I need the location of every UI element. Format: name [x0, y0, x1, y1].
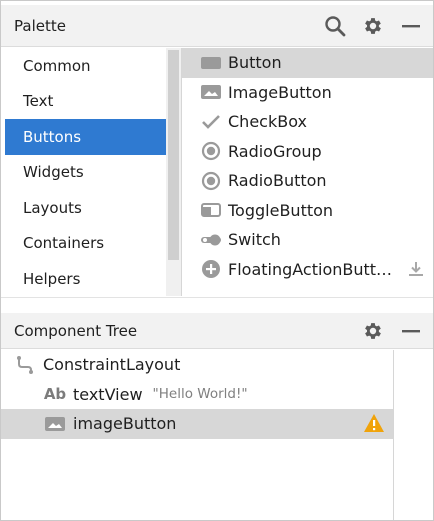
item-label: CheckBox — [228, 112, 307, 132]
palette-window: Palette Common Text Buttons Widgets Layo… — [0, 0, 434, 521]
image-button-icon — [200, 82, 222, 102]
item-label: ToggleButton — [228, 200, 334, 220]
palette-toolbar — [323, 14, 423, 38]
warning-icon[interactable] — [363, 413, 385, 437]
node-label: textView — [73, 384, 143, 404]
node-hint: "Hello World!" — [152, 386, 248, 403]
palette-item-floatingactionbutton[interactable]: FloatingActionButt… — [182, 255, 433, 285]
icon-text: Ab — [43, 385, 67, 404]
toggle-button-icon — [200, 200, 222, 220]
tree-node-constraintlayout[interactable]: ConstraintLayout — [1, 350, 393, 380]
radio-icon — [200, 141, 222, 161]
item-label: Button — [228, 53, 282, 73]
palette-item-radiogroup[interactable]: RadioGroup — [182, 137, 433, 167]
tree-node-imagebutton[interactable]: imageButton — [1, 409, 393, 439]
component-tree-toolbar — [361, 319, 423, 343]
category-layouts[interactable]: Layouts — [1, 190, 166, 226]
switch-icon — [200, 230, 222, 250]
category-helpers[interactable]: Helpers — [1, 261, 166, 297]
scrollbar-thumb[interactable] — [168, 50, 179, 260]
item-label: RadioButton — [228, 171, 327, 191]
download-icon[interactable] — [407, 260, 425, 282]
tree-divider — [393, 350, 394, 520]
palette-title: Palette — [14, 16, 66, 35]
gear-icon[interactable] — [361, 14, 385, 38]
palette-item-checkbox[interactable]: CheckBox — [182, 107, 433, 137]
palette-item-radiobutton[interactable]: RadioButton — [182, 166, 433, 196]
category-buttons[interactable]: Buttons — [5, 119, 166, 155]
minimize-icon[interactable] — [399, 14, 423, 38]
radio-icon — [200, 171, 222, 191]
button-icon — [200, 53, 222, 73]
palette-item-togglebutton[interactable]: ToggleButton — [182, 196, 433, 226]
categories-scrollbar[interactable] — [166, 48, 181, 296]
text-ab-icon: Ab — [43, 384, 67, 404]
node-label: imageButton — [73, 414, 177, 434]
category-common[interactable]: Common — [1, 48, 166, 84]
category-containers[interactable]: Containers — [1, 226, 166, 262]
component-tree-title: Component Tree — [14, 321, 138, 340]
palette-item-button[interactable]: Button — [182, 48, 433, 78]
palette-item-switch[interactable]: Switch — [182, 225, 433, 255]
constraint-layout-icon — [13, 355, 37, 375]
component-tree-header: Component Tree — [1, 313, 433, 349]
palette-categories: Common Text Buttons Widgets Layouts Cont… — [1, 48, 166, 296]
category-widgets[interactable]: Widgets — [1, 155, 166, 191]
item-label: ImageButton — [228, 82, 332, 102]
panel-splitter[interactable] — [1, 297, 433, 313]
palette-item-imagebutton[interactable]: ImageButton — [182, 78, 433, 108]
checkmark-icon — [200, 112, 222, 132]
item-label: FloatingActionButt… — [228, 259, 393, 279]
minimize-icon[interactable] — [399, 319, 423, 343]
category-text[interactable]: Text — [1, 84, 166, 120]
item-label: RadioGroup — [228, 141, 322, 161]
palette-items: Button ImageButton CheckBox RadioGroup R… — [182, 48, 433, 296]
item-label: Switch — [228, 230, 281, 250]
gear-icon[interactable] — [361, 319, 385, 343]
image-button-icon — [43, 414, 67, 434]
node-label: ConstraintLayout — [43, 355, 181, 375]
component-tree: ConstraintLayout Ab textView "Hello Worl… — [1, 350, 393, 520]
palette-header: Palette — [1, 5, 433, 47]
search-icon[interactable] — [323, 14, 347, 38]
plus-circle-icon — [200, 259, 222, 279]
tree-node-textview[interactable]: Ab textView "Hello World!" — [1, 380, 393, 410]
